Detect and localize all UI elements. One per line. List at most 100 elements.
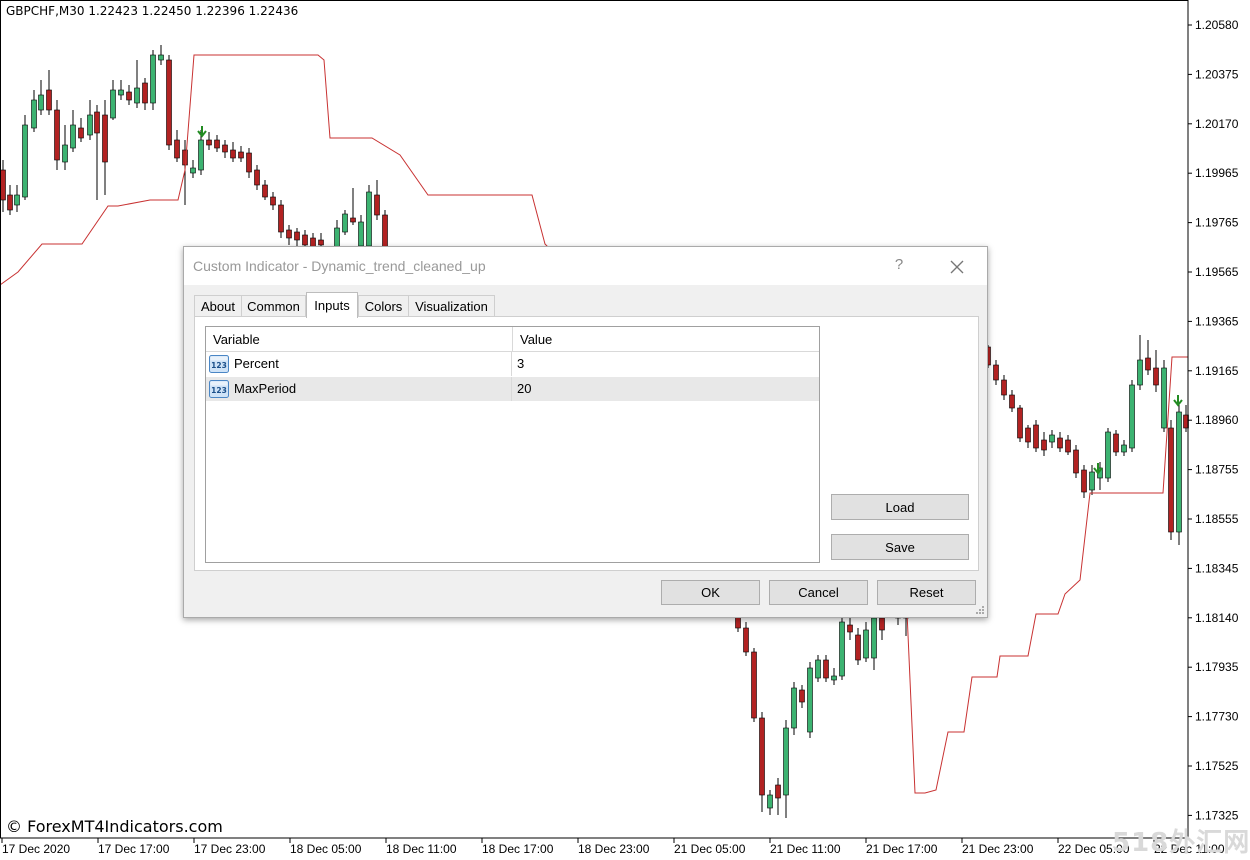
tab-inputs[interactable]: Inputs bbox=[306, 292, 358, 318]
candle-body bbox=[198, 139, 204, 171]
tab-about[interactable]: About bbox=[194, 295, 242, 317]
time-label: 18 Dec 17:00 bbox=[482, 842, 554, 856]
candle-body bbox=[206, 139, 212, 146]
candle-body bbox=[791, 687, 797, 729]
dialog-title: Custom Indicator - Dynamic_trend_cleaned… bbox=[193, 258, 486, 274]
candle-body bbox=[158, 54, 164, 61]
time-label: 21 Dec 23:00 bbox=[962, 842, 1034, 856]
candle-body bbox=[879, 617, 885, 631]
candle-body bbox=[286, 229, 292, 239]
candle-body bbox=[1176, 411, 1182, 533]
candle-body bbox=[1168, 427, 1174, 533]
candle-body bbox=[142, 82, 148, 104]
ok-button[interactable]: OK bbox=[661, 580, 760, 605]
candle-body bbox=[126, 91, 132, 101]
candle-body bbox=[262, 184, 268, 198]
time-label: 21 Dec 11:00 bbox=[770, 842, 841, 856]
tab-colors[interactable]: Colors bbox=[358, 295, 409, 317]
candle-body bbox=[847, 624, 853, 633]
candle-body bbox=[46, 89, 52, 111]
column-header-variable[interactable]: Variable bbox=[206, 327, 511, 351]
candle-body bbox=[166, 59, 172, 146]
candle-body bbox=[1161, 367, 1167, 429]
time-label: 17 Dec 17:00 bbox=[98, 842, 170, 856]
table-header: Variable Value bbox=[206, 327, 819, 352]
candle-body bbox=[1073, 449, 1079, 474]
candle-body bbox=[1049, 434, 1055, 443]
price-label: 1.18755 bbox=[1195, 463, 1239, 477]
variable-name: MaxPeriod bbox=[234, 381, 297, 396]
candle-body bbox=[863, 629, 869, 659]
candle-body bbox=[294, 231, 300, 241]
candle-body bbox=[270, 196, 276, 206]
time-label: 18 Dec 23:00 bbox=[578, 842, 650, 856]
candle-body bbox=[334, 227, 340, 249]
buy-arrow-icon bbox=[1173, 395, 1183, 407]
inputs-panel: Variable Value 123 Percent 3 123 MaxPeri… bbox=[194, 316, 979, 571]
time-label: 17 Dec 2020 bbox=[2, 842, 70, 856]
candle-body bbox=[0, 169, 6, 201]
candle-body bbox=[823, 659, 829, 679]
candle-body bbox=[1129, 384, 1135, 449]
time-label: 21 Dec 05:00 bbox=[674, 842, 746, 856]
column-header-value[interactable]: Value bbox=[512, 327, 820, 351]
candle-body bbox=[799, 689, 805, 703]
help-button[interactable]: ? bbox=[890, 256, 908, 273]
cancel-button[interactable]: Cancel bbox=[769, 580, 868, 605]
svg-text:123: 123 bbox=[211, 361, 227, 370]
time-label: 18 Dec 05:00 bbox=[290, 842, 362, 856]
candle-body bbox=[190, 167, 196, 174]
candle-body bbox=[783, 727, 789, 796]
candle-body bbox=[350, 217, 356, 223]
variable-value[interactable]: 20 bbox=[511, 377, 817, 401]
candle-body bbox=[1137, 359, 1143, 386]
price-label: 1.19365 bbox=[1195, 314, 1239, 328]
candle-body bbox=[150, 54, 156, 104]
candle-body bbox=[110, 89, 116, 119]
candle-body bbox=[1057, 437, 1063, 449]
dialog-titlebar[interactable]: Custom Indicator - Dynamic_trend_cleaned… bbox=[184, 247, 987, 285]
candle-body bbox=[22, 124, 28, 198]
variable-value[interactable]: 3 bbox=[511, 352, 817, 376]
candle-body bbox=[1001, 379, 1007, 396]
site-logo-mark: 518外汇网 bbox=[1112, 828, 1250, 858]
candle-body bbox=[759, 717, 765, 796]
load-button[interactable]: Load bbox=[831, 494, 969, 520]
candle-body bbox=[775, 784, 781, 799]
save-button[interactable]: Save bbox=[831, 534, 969, 560]
candle-body bbox=[1041, 439, 1047, 451]
price-label: 1.19165 bbox=[1195, 364, 1239, 378]
table-row[interactable]: 123 MaxPeriod 20 bbox=[206, 377, 819, 401]
tab-common[interactable]: Common bbox=[241, 295, 306, 317]
candle-body bbox=[871, 617, 877, 659]
candle-body bbox=[366, 191, 372, 247]
candle-body bbox=[14, 194, 20, 206]
candle-body bbox=[102, 114, 108, 163]
candle-body bbox=[31, 99, 37, 129]
candle-body bbox=[230, 149, 236, 159]
candle-body bbox=[1105, 431, 1111, 479]
symbol-header: GBPCHF,M30 1.22423 1.22450 1.22396 1.224… bbox=[6, 4, 299, 18]
price-label: 1.17935 bbox=[1195, 660, 1239, 674]
number-123-icon: 123 bbox=[209, 355, 229, 373]
candle-body bbox=[254, 169, 260, 186]
reset-button[interactable]: Reset bbox=[877, 580, 976, 605]
candle-body bbox=[358, 221, 364, 247]
svg-text:123: 123 bbox=[211, 386, 227, 395]
price-label: 1.19965 bbox=[1195, 166, 1239, 180]
price-label: 1.18345 bbox=[1195, 561, 1239, 575]
resize-grip-icon[interactable] bbox=[975, 605, 985, 615]
candle-body bbox=[214, 139, 220, 149]
candle-body bbox=[374, 194, 380, 216]
candle-body bbox=[70, 124, 76, 149]
close-button[interactable] bbox=[944, 255, 968, 277]
custom-indicator-dialog: Custom Indicator - Dynamic_trend_cleaned… bbox=[183, 246, 988, 618]
table-row[interactable]: 123 Percent 3 bbox=[206, 352, 819, 376]
candle-body bbox=[1065, 439, 1071, 453]
candle-body bbox=[1017, 407, 1023, 439]
candle-body bbox=[38, 94, 44, 111]
candle-body bbox=[1153, 367, 1159, 386]
tab-visualization[interactable]: Visualization bbox=[408, 295, 495, 317]
close-icon bbox=[950, 260, 964, 274]
price-label: 1.20375 bbox=[1195, 67, 1239, 81]
